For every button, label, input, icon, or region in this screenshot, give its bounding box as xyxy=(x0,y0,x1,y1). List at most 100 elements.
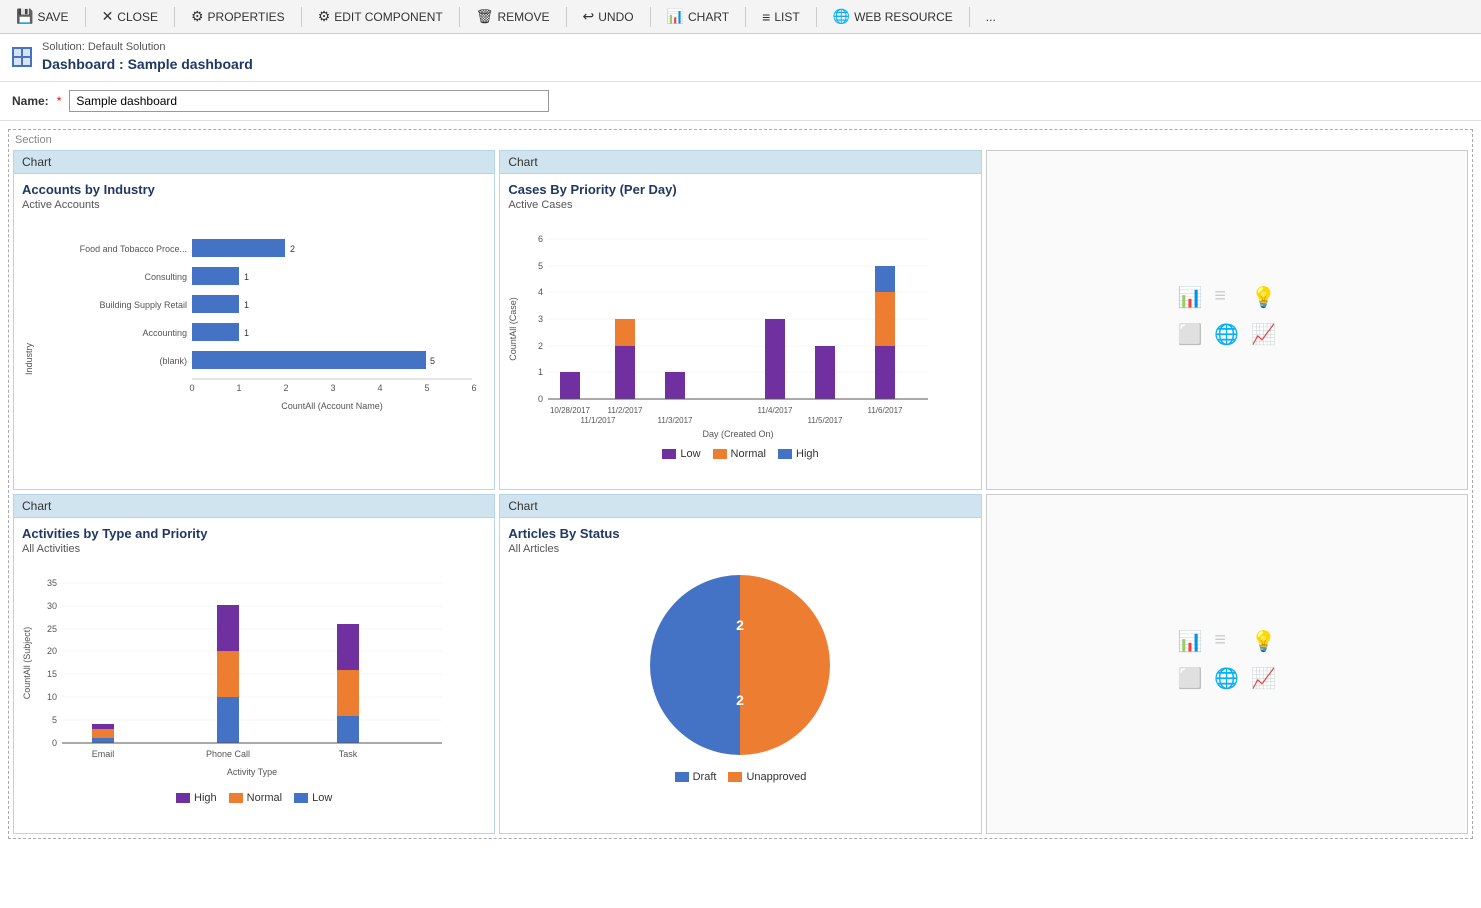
edit-component-button[interactable]: ⚙ EDIT COMPONENT xyxy=(310,4,451,29)
svg-text:1: 1 xyxy=(538,367,543,377)
toolbar-separator-4 xyxy=(459,7,460,27)
close-button[interactable]: ✕ CLOSE xyxy=(94,4,166,29)
toolbar-separator-8 xyxy=(816,7,817,27)
chart-body-4: Articles By Status All Articles 2 2 xyxy=(500,518,980,828)
chart-body-1: Accounts by Industry Active Accounts Ind… xyxy=(14,174,494,484)
globe-icon-2: 🌐 xyxy=(1214,666,1239,691)
toolbar-separator xyxy=(85,7,86,27)
svg-text:4: 4 xyxy=(538,287,543,297)
more-button[interactable]: ... xyxy=(978,6,1004,28)
chart-panel-4: Chart Articles By Status All Articles 2 … xyxy=(499,494,981,834)
svg-text:1: 1 xyxy=(244,300,249,310)
legend-high: High xyxy=(778,448,819,460)
lightbulb-icon-2: 💡 xyxy=(1251,629,1276,654)
legend4-unapproved-color xyxy=(728,772,742,782)
chart-header-1: Chart xyxy=(14,151,494,174)
svg-text:CountAll (Case): CountAll (Case) xyxy=(508,297,518,361)
line-chart-icon-2: 📈 xyxy=(1251,666,1276,691)
remove-button[interactable]: 🗑 REMOVE xyxy=(468,4,558,29)
svg-text:15: 15 xyxy=(47,669,57,679)
legend3-normal: Normal xyxy=(229,792,282,804)
chart-header-3: Chart xyxy=(14,495,494,518)
grid-icon: ⬜ xyxy=(1177,322,1202,347)
svg-text:Consulting: Consulting xyxy=(144,272,187,282)
toolbar-separator-2 xyxy=(174,7,175,27)
svg-text:10/28/2017: 10/28/2017 xyxy=(550,406,591,415)
undo-icon: ↩ xyxy=(583,8,595,25)
svg-text:5: 5 xyxy=(52,715,57,725)
section-container: Section Chart Accounts by Industry Activ… xyxy=(8,129,1473,839)
chart2-legend: Low Normal High xyxy=(508,448,972,460)
chart-body-3: Activities by Type and Priority All Acti… xyxy=(14,518,494,828)
chart-icon: 📊 xyxy=(667,8,684,25)
empty-panel-top: 📊 ≡ 💡 ⬜ 🌐 📈 xyxy=(986,150,1468,490)
list-button[interactable]: ≡ LIST xyxy=(754,5,808,29)
web-resource-button[interactable]: 🌐 WEB RESOURCE xyxy=(825,4,961,29)
svg-text:2: 2 xyxy=(290,244,295,254)
web-resource-icon: 🌐 xyxy=(833,8,850,25)
svg-text:Accounting: Accounting xyxy=(142,328,187,338)
svg-text:3: 3 xyxy=(330,383,335,393)
svg-text:11/6/2017: 11/6/2017 xyxy=(868,406,904,415)
save-icon: 💾 xyxy=(16,8,33,25)
remove-icon: 🗑 xyxy=(476,8,494,25)
svg-text:4: 4 xyxy=(377,383,382,393)
svg-text:5: 5 xyxy=(430,356,435,366)
toolbar-separator-6 xyxy=(650,7,651,27)
undo-button[interactable]: ↩ UNDO xyxy=(575,4,642,29)
chart-title-2: Cases By Priority (Per Day) xyxy=(508,182,972,197)
chart-header-2: Chart xyxy=(500,151,980,174)
svg-text:25: 25 xyxy=(47,624,57,634)
chart-subtitle-1: Active Accounts xyxy=(22,199,486,211)
svg-text:30: 30 xyxy=(47,601,57,611)
legend-normal: Normal xyxy=(713,448,766,460)
legend4-draft-color xyxy=(675,772,689,782)
chart-body-2: Cases By Priority (Per Day) Active Cases… xyxy=(500,174,980,484)
svg-text:5: 5 xyxy=(538,261,543,271)
svg-text:11/4/2017: 11/4/2017 xyxy=(758,406,794,415)
chart-panel-1: Chart Accounts by Industry Active Accoun… xyxy=(13,150,495,490)
svg-text:Building Supply Retail: Building Supply Retail xyxy=(99,300,187,310)
svg-text:Task: Task xyxy=(339,749,358,759)
properties-button[interactable]: ⚙ PROPERTIES xyxy=(183,4,293,29)
dashboard-grid: Chart Accounts by Industry Active Accoun… xyxy=(13,150,1468,834)
svg-text:CountAll (Account Name): CountAll (Account Name) xyxy=(281,401,383,411)
name-label: Name: xyxy=(12,94,49,108)
svg-text:3: 3 xyxy=(538,314,543,324)
legend-high-color xyxy=(778,449,792,459)
bar-chart-icon: 📊 xyxy=(1177,285,1202,310)
toolbar-separator-9 xyxy=(969,7,970,27)
properties-icon: ⚙ xyxy=(191,8,204,25)
svg-text:1: 1 xyxy=(236,383,241,393)
chart-subtitle-3: All Activities xyxy=(22,543,486,555)
svg-text:20: 20 xyxy=(47,646,57,656)
legend3-normal-color xyxy=(229,793,243,803)
chart-header-4: Chart xyxy=(500,495,980,518)
svg-text:2: 2 xyxy=(283,383,288,393)
legend3-low: Low xyxy=(294,792,332,804)
chart-subtitle-2: Active Cases xyxy=(508,199,972,211)
svg-text:1: 1 xyxy=(244,328,249,338)
svg-text:2: 2 xyxy=(737,692,745,708)
legend-normal-color xyxy=(713,449,727,459)
chart-title-3: Activities by Type and Priority xyxy=(22,526,486,541)
grid-icon-2: ⬜ xyxy=(1177,666,1202,691)
chart-title-4: Articles By Status xyxy=(508,526,972,541)
save-button[interactable]: 💾 SAVE xyxy=(8,4,77,29)
dashboard-icon xyxy=(12,47,32,67)
svg-text:6: 6 xyxy=(538,234,543,244)
svg-text:CountAll (Subject): CountAll (Subject) xyxy=(22,627,32,700)
required-indicator: * xyxy=(57,94,62,108)
svg-text:0: 0 xyxy=(189,383,194,393)
svg-text:0: 0 xyxy=(538,394,543,404)
chart-panel-3: Chart Activities by Type and Priority Al… xyxy=(13,494,495,834)
name-input[interactable] xyxy=(69,90,549,112)
toolbar-separator-5 xyxy=(566,7,567,27)
legend3-high-color xyxy=(176,793,190,803)
svg-text:10: 10 xyxy=(47,692,57,702)
chart4-legend: Draft Unapproved xyxy=(508,771,972,783)
chart-title-1: Accounts by Industry xyxy=(22,182,486,197)
svg-text:Activity Type: Activity Type xyxy=(227,767,277,777)
pie-chart-svg: 2 2 xyxy=(640,565,840,765)
chart-button[interactable]: 📊 CHART xyxy=(659,4,738,29)
